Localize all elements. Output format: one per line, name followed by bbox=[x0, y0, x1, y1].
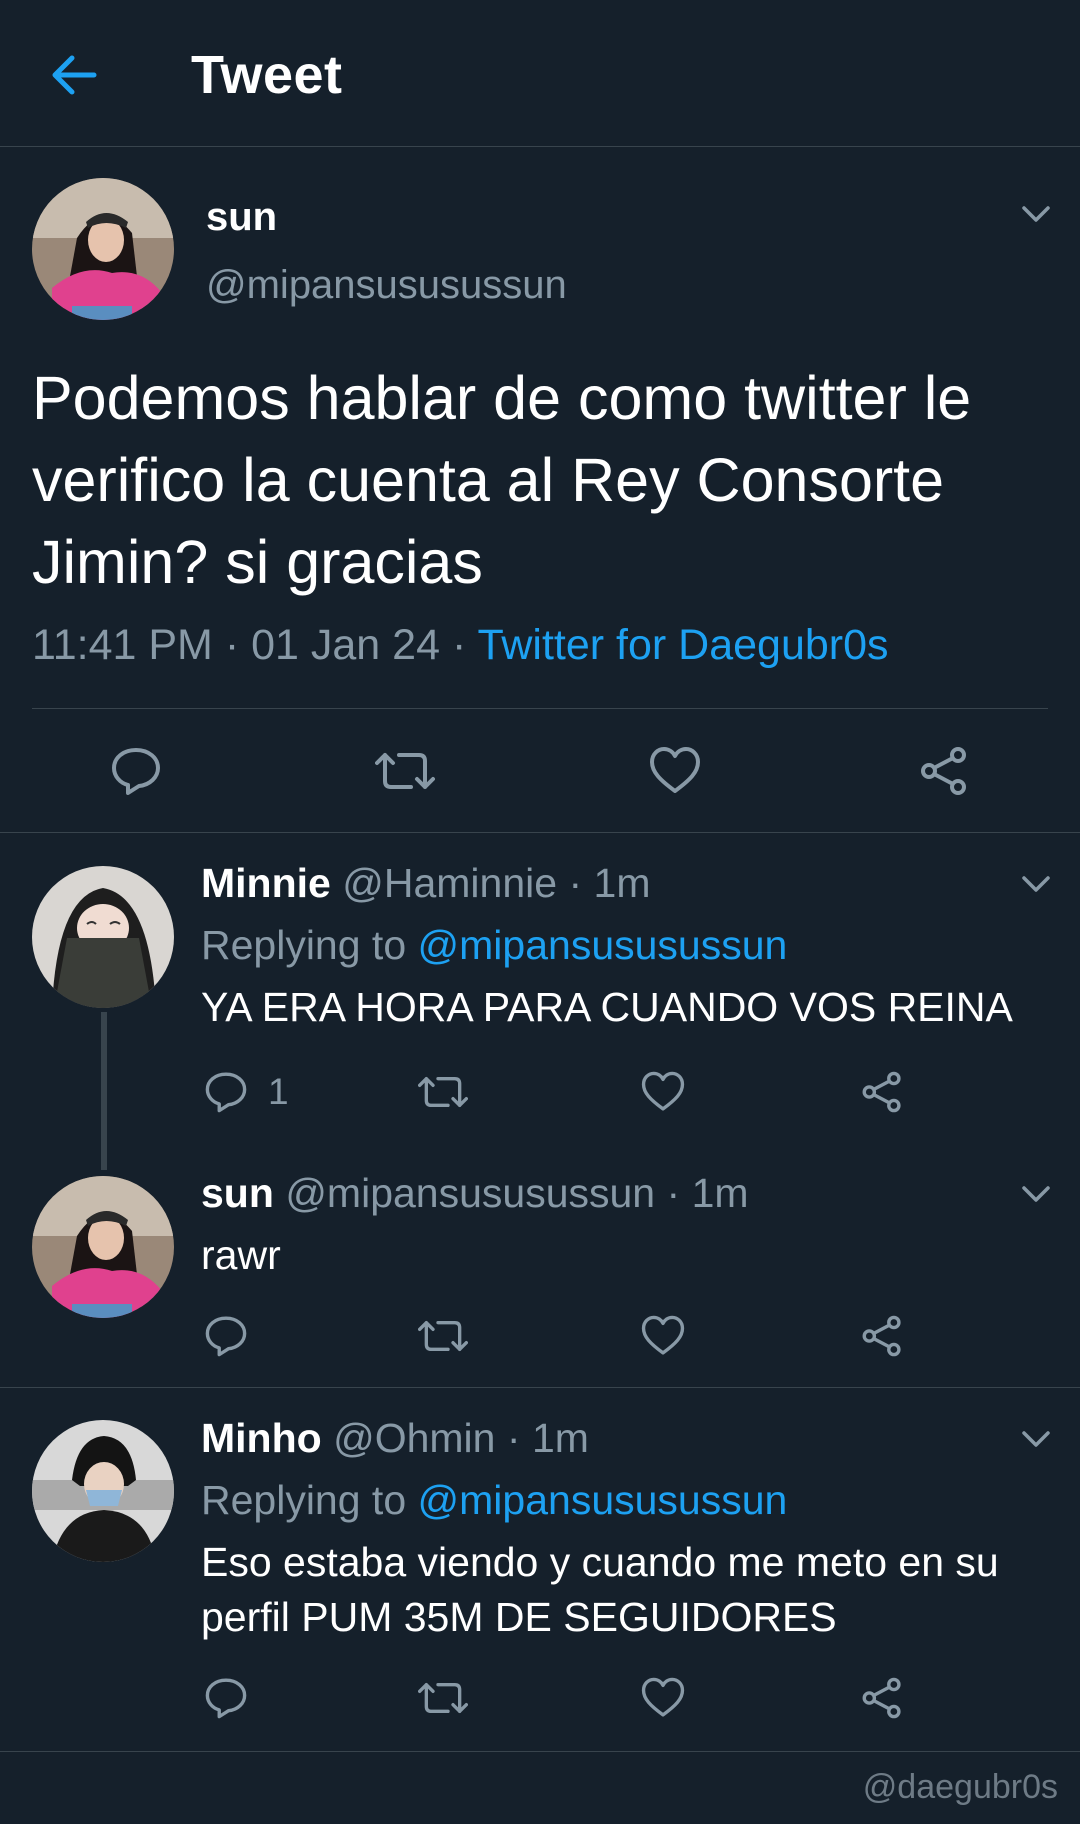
retweet-button[interactable] bbox=[418, 1676, 468, 1720]
author-name[interactable]: Minnie bbox=[201, 860, 331, 906]
avatar[interactable] bbox=[32, 178, 174, 320]
author-name[interactable]: Minho bbox=[201, 1415, 322, 1461]
share-icon bbox=[862, 1677, 901, 1719]
replying-to: Replying to @mipansususussun bbox=[201, 1477, 787, 1524]
reply-text: rawr bbox=[201, 1232, 281, 1278]
reply-text: YA ERA HORA PARA CUANDO VOS REINA bbox=[201, 984, 1013, 1030]
avatar[interactable] bbox=[32, 1420, 174, 1562]
chevron-down-icon bbox=[1022, 876, 1050, 892]
share-icon bbox=[862, 1315, 901, 1357]
reply-time: 1m bbox=[593, 860, 651, 906]
tweet-text: Podemos hablar de como twitter le verifi… bbox=[32, 364, 972, 596]
tweet-options-button[interactable] bbox=[1016, 1419, 1056, 1459]
reply-icon bbox=[205, 1072, 247, 1113]
share-icon bbox=[921, 747, 966, 795]
share-button[interactable] bbox=[860, 1070, 904, 1114]
top-bar: Tweet bbox=[0, 0, 1080, 147]
like-button[interactable] bbox=[640, 1314, 686, 1358]
reply-count: 1 bbox=[268, 1071, 289, 1112]
reply-header: Minnie @Haminnie · 1m bbox=[201, 860, 650, 907]
tweet-options-button[interactable] bbox=[1016, 1174, 1056, 1214]
retweet-button[interactable] bbox=[375, 745, 435, 797]
chevron-down-icon bbox=[1022, 1186, 1050, 1202]
divider bbox=[32, 708, 1048, 709]
reply-button[interactable] bbox=[204, 1314, 248, 1358]
page-title: Tweet bbox=[191, 45, 343, 105]
like-icon bbox=[650, 747, 700, 793]
replying-label: Replying to bbox=[201, 922, 407, 968]
reply-header: Minho @Ohmin · 1m bbox=[201, 1415, 589, 1462]
avatar[interactable] bbox=[32, 866, 174, 1008]
like-icon bbox=[641, 1677, 685, 1717]
watermark: @daegubr0s bbox=[862, 1768, 1058, 1806]
tweet-date: 01 Jan 24 bbox=[251, 621, 440, 669]
dot-separator: · bbox=[506, 1415, 521, 1461]
reply-icon bbox=[205, 1316, 247, 1357]
replying-to-link[interactable]: @mipansususussun bbox=[418, 1477, 788, 1523]
author-handle[interactable]: @mipansususussun bbox=[206, 263, 567, 308]
retweet-icon bbox=[418, 1320, 468, 1351]
chevron-down-icon bbox=[1022, 1431, 1050, 1447]
tweet-source-link[interactable]: Twitter for Daegubr0s bbox=[477, 621, 888, 669]
main-tweet: sun @mipansususussun Podemos hablar de c… bbox=[0, 147, 1080, 833]
author-handle[interactable]: @Ohmin bbox=[333, 1415, 495, 1461]
thread-connector bbox=[101, 1012, 107, 1170]
retweet-button[interactable] bbox=[418, 1070, 468, 1114]
share-button[interactable] bbox=[860, 1314, 904, 1358]
reply-icon bbox=[112, 748, 160, 795]
like-button[interactable] bbox=[640, 1070, 686, 1114]
reply-time: 1m bbox=[531, 1415, 589, 1461]
dot-separator: · bbox=[666, 1170, 681, 1216]
like-button[interactable] bbox=[640, 1676, 686, 1720]
like-icon bbox=[641, 1071, 685, 1111]
tweet-options-button[interactable] bbox=[1016, 864, 1056, 904]
retweet-button[interactable] bbox=[418, 1314, 468, 1358]
avatar[interactable] bbox=[32, 1176, 174, 1318]
like-button[interactable] bbox=[648, 745, 702, 797]
meta-separator: · bbox=[224, 621, 240, 669]
share-button[interactable] bbox=[918, 745, 970, 797]
author-handle[interactable]: @mipansususussun bbox=[285, 1170, 655, 1216]
tweet-time: 11:41 PM bbox=[32, 621, 213, 669]
divider bbox=[0, 1387, 1080, 1388]
back-button[interactable] bbox=[44, 45, 104, 105]
retweet-icon bbox=[375, 753, 435, 789]
back-arrow-icon bbox=[52, 55, 97, 95]
replying-to: Replying to @mipansususussun bbox=[201, 922, 787, 969]
share-icon bbox=[862, 1071, 901, 1113]
retweet-icon bbox=[418, 1076, 468, 1107]
chevron-down-icon bbox=[1022, 206, 1050, 222]
divider bbox=[0, 1751, 1080, 1752]
retweet-icon bbox=[418, 1682, 468, 1713]
reply-time: 1m bbox=[691, 1170, 749, 1216]
tweet-meta: 11:41 PM · 01 Jan 24 · Twitter for Daegu… bbox=[32, 621, 889, 670]
like-icon bbox=[641, 1315, 685, 1355]
reply-button[interactable] bbox=[204, 1676, 248, 1720]
tweet-options-button[interactable] bbox=[1016, 194, 1056, 234]
reply-button[interactable]: 1 bbox=[204, 1070, 289, 1114]
replying-label: Replying to bbox=[201, 1477, 407, 1523]
author-name[interactable]: sun bbox=[201, 1170, 274, 1216]
reply-button[interactable] bbox=[110, 745, 162, 797]
share-button[interactable] bbox=[860, 1676, 904, 1720]
author-name[interactable]: sun bbox=[206, 195, 277, 240]
dot-separator: · bbox=[568, 860, 583, 906]
author-handle[interactable]: @Haminnie bbox=[342, 860, 557, 906]
reply-icon bbox=[205, 1678, 247, 1719]
meta-separator: · bbox=[451, 621, 467, 669]
reply-text: Eso estaba viendo y cuando me meto en su… bbox=[201, 1539, 999, 1640]
reply-header: sun @mipansususussun · 1m bbox=[201, 1170, 749, 1217]
replying-to-link[interactable]: @mipansususussun bbox=[418, 922, 788, 968]
